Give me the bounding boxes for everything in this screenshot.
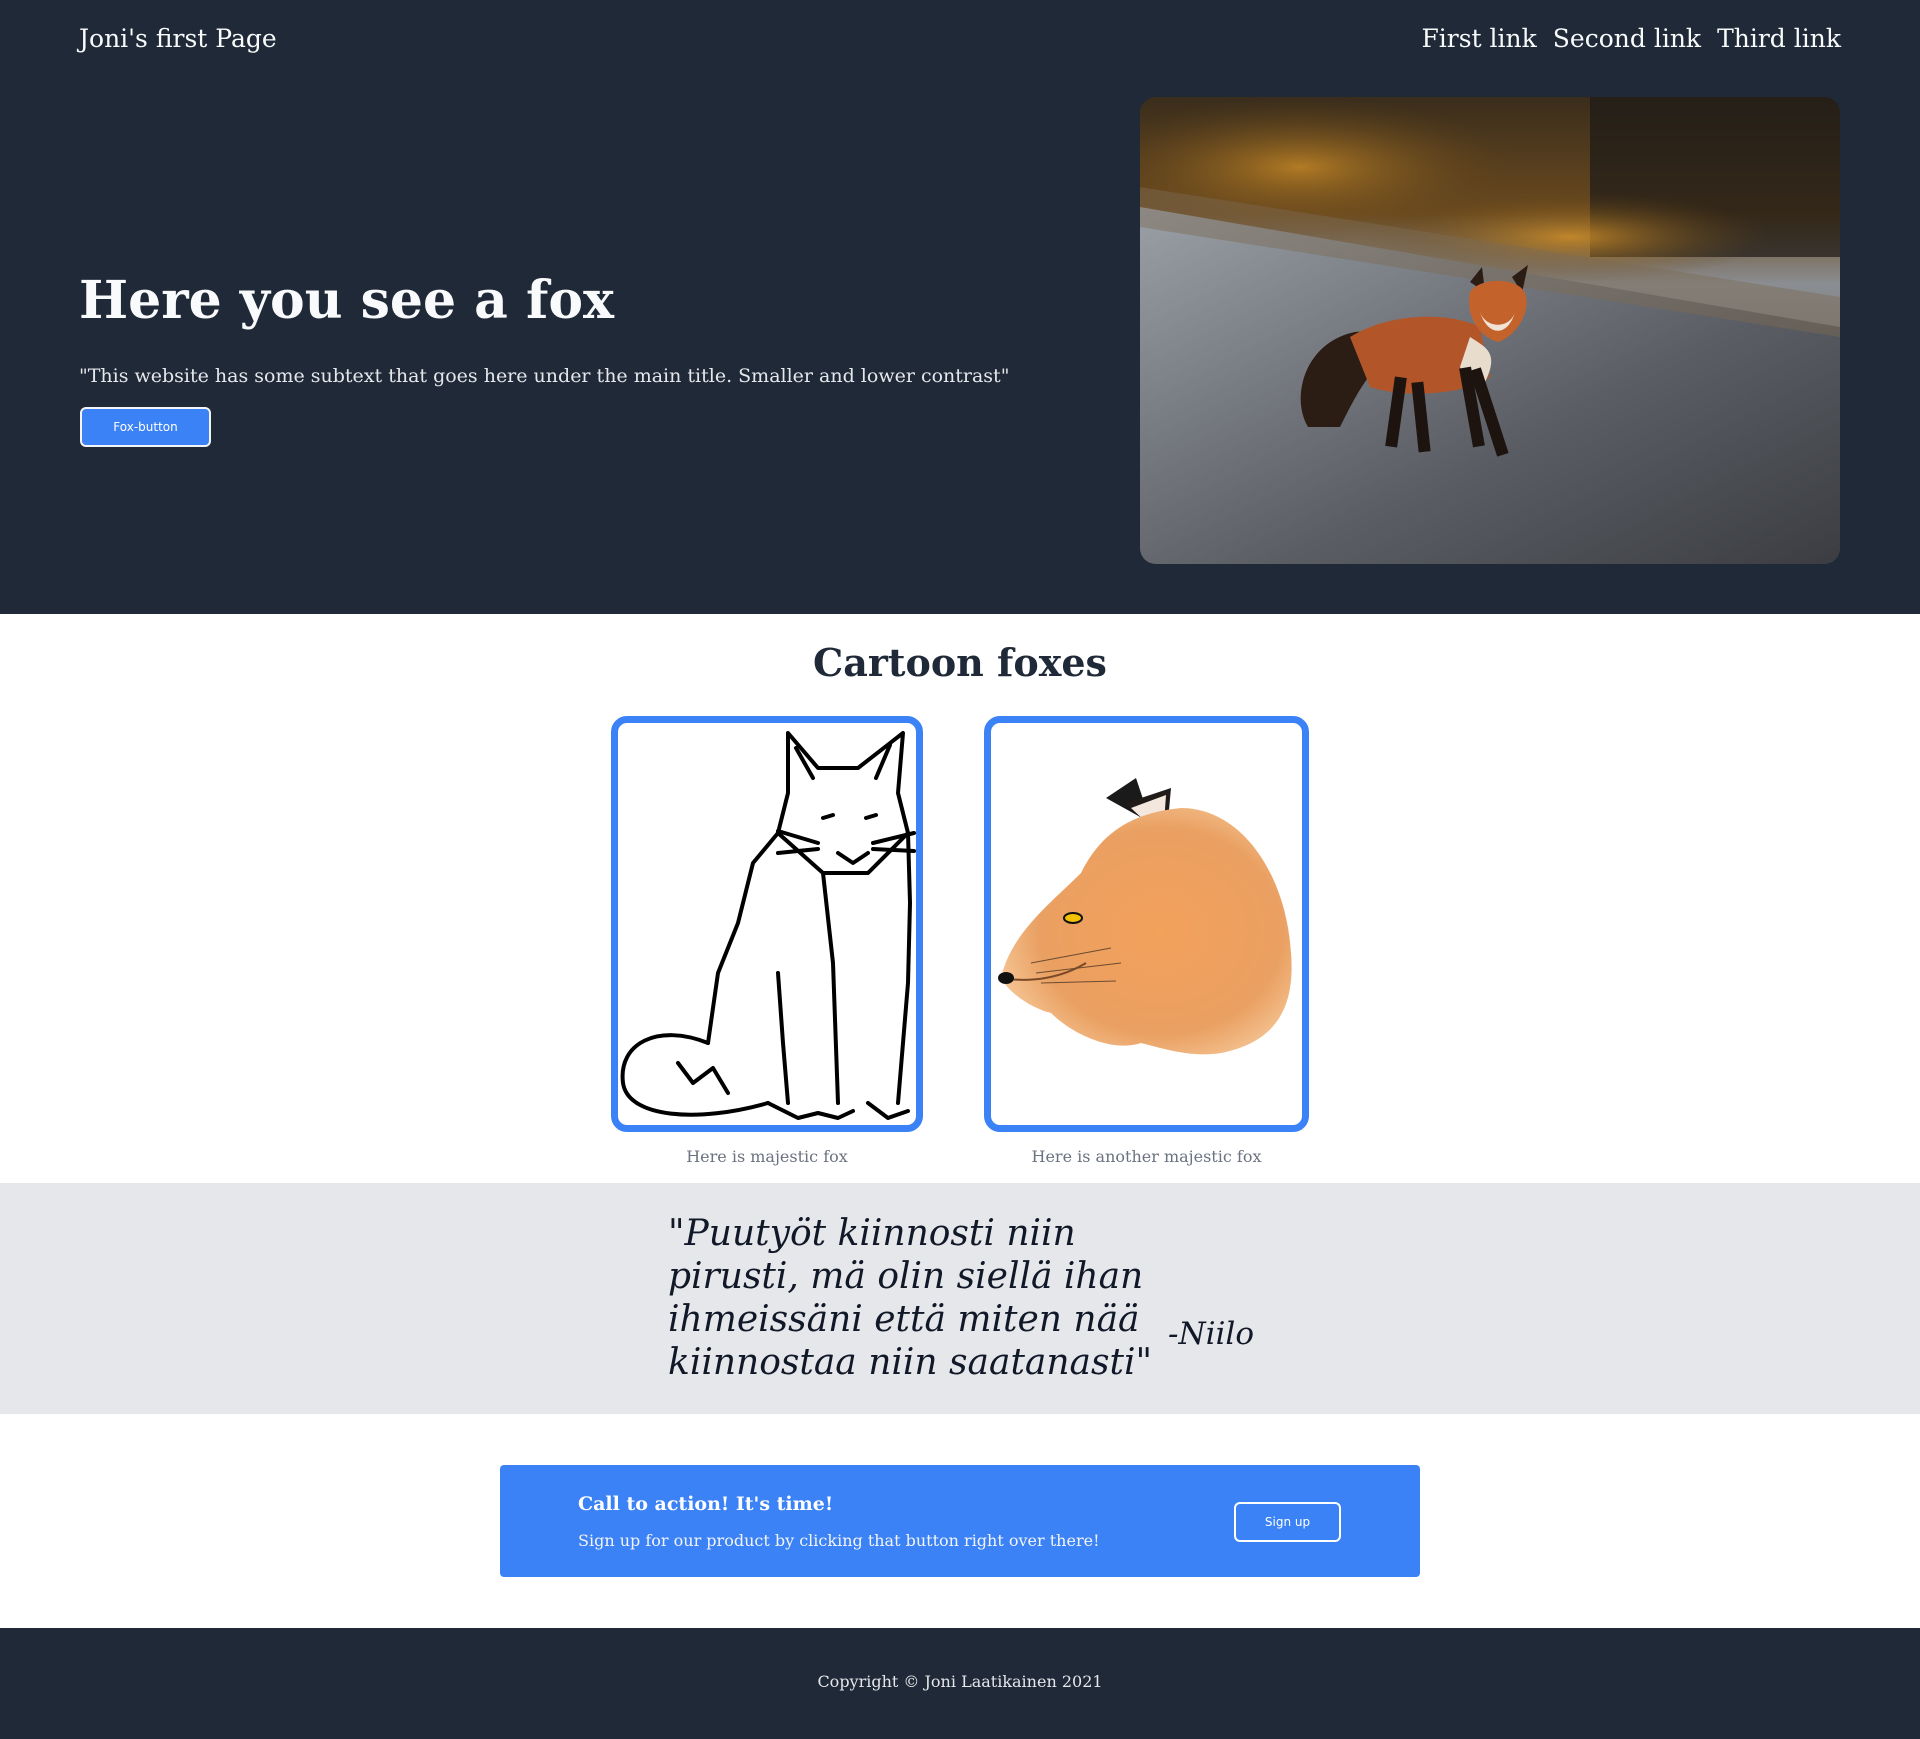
- quote-text: "Puutyöt kiinnosti niin pirusti, mä olin…: [668, 1213, 1153, 1383]
- fox-caption-1: Here is majestic fox: [686, 1147, 848, 1166]
- nav-link-first[interactable]: First link: [1421, 24, 1536, 53]
- fox-card-lineart[interactable]: [611, 716, 923, 1132]
- call-to-action: Call to action! It's time! Sign up for o…: [500, 1465, 1420, 1577]
- nav-link-second[interactable]: Second link: [1553, 24, 1701, 53]
- sign-up-button[interactable]: Sign up: [1234, 1502, 1341, 1542]
- fox-photo-image: [1140, 97, 1840, 564]
- fox-caption-2: Here is another majestic fox: [1031, 1147, 1262, 1166]
- fox-photo: [1140, 97, 1840, 564]
- hero-title: Here you see a fox: [79, 270, 615, 331]
- site-brand[interactable]: Joni's first Page: [79, 24, 277, 53]
- cta-title: Call to action! It's time!: [578, 1493, 834, 1515]
- fox-card-watercolor[interactable]: [984, 716, 1309, 1132]
- fox-button[interactable]: Fox-button: [80, 407, 211, 447]
- main-nav: First link Second link Third link: [1421, 24, 1841, 53]
- gallery-title: Cartoon foxes: [813, 640, 1107, 685]
- copyright-text: Copyright © Joni Laatikainen 2021: [817, 1672, 1103, 1691]
- nav-link-third[interactable]: Third link: [1717, 24, 1841, 53]
- quote-author: -Niilo: [1168, 1316, 1255, 1352]
- cta-subtitle: Sign up for our product by clicking that…: [578, 1531, 1100, 1550]
- hero-subtitle: "This website has some subtext that goes…: [79, 365, 1010, 387]
- lineart-fox-image: [620, 731, 916, 1120]
- hero-section: Joni's first Page First link Second link…: [0, 0, 1920, 614]
- footer: Copyright © Joni Laatikainen 2021: [0, 1628, 1920, 1739]
- watercolor-fox-image: [998, 778, 1292, 1055]
